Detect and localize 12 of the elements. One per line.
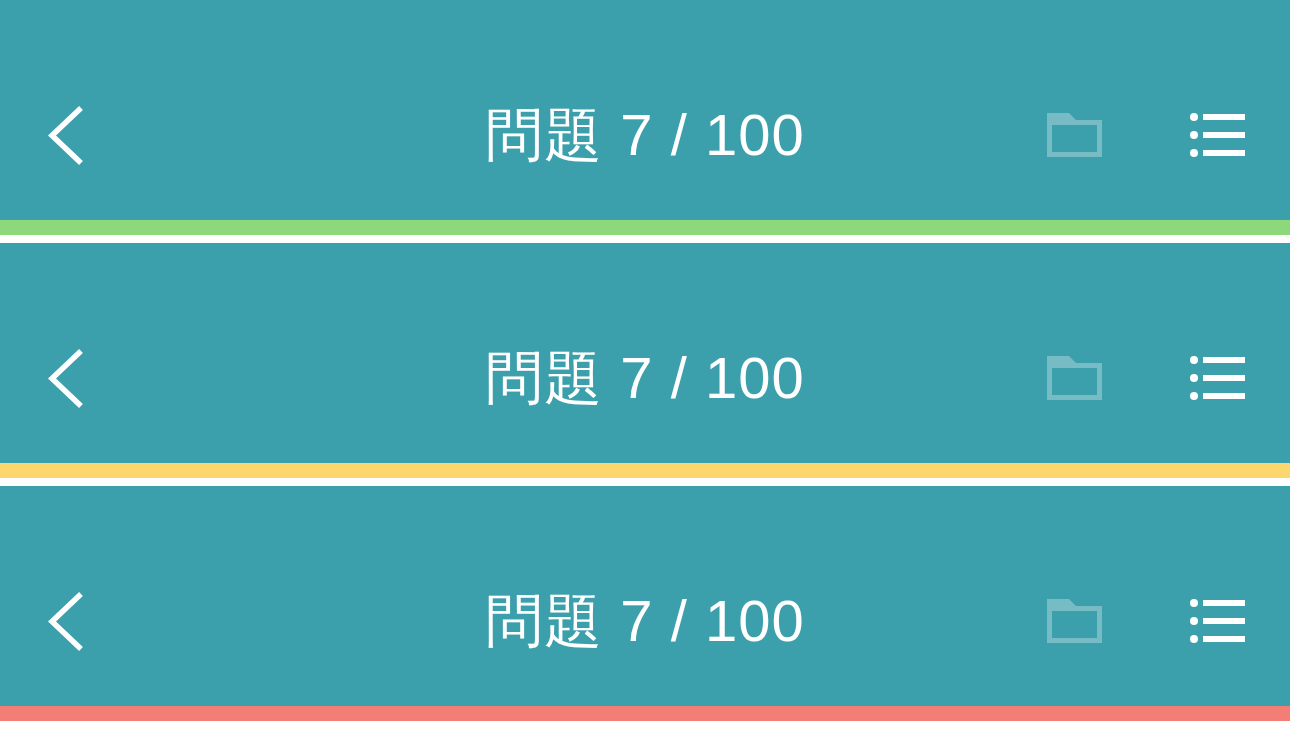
folder-icon <box>1047 113 1102 157</box>
question-counter: 問題 7 / 100 <box>485 101 805 170</box>
chevron-left-icon <box>48 591 84 651</box>
chevron-left-icon <box>48 105 84 165</box>
list-icon <box>1190 356 1245 400</box>
folder-icon <box>1047 356 1102 400</box>
folder-icon <box>1047 599 1102 643</box>
question-counter: 問題 7 / 100 <box>485 344 805 413</box>
question-counter: 問題 7 / 100 <box>485 587 805 656</box>
list-icon <box>1190 599 1245 643</box>
list-icon <box>1190 113 1245 157</box>
chevron-left-icon <box>48 348 84 408</box>
